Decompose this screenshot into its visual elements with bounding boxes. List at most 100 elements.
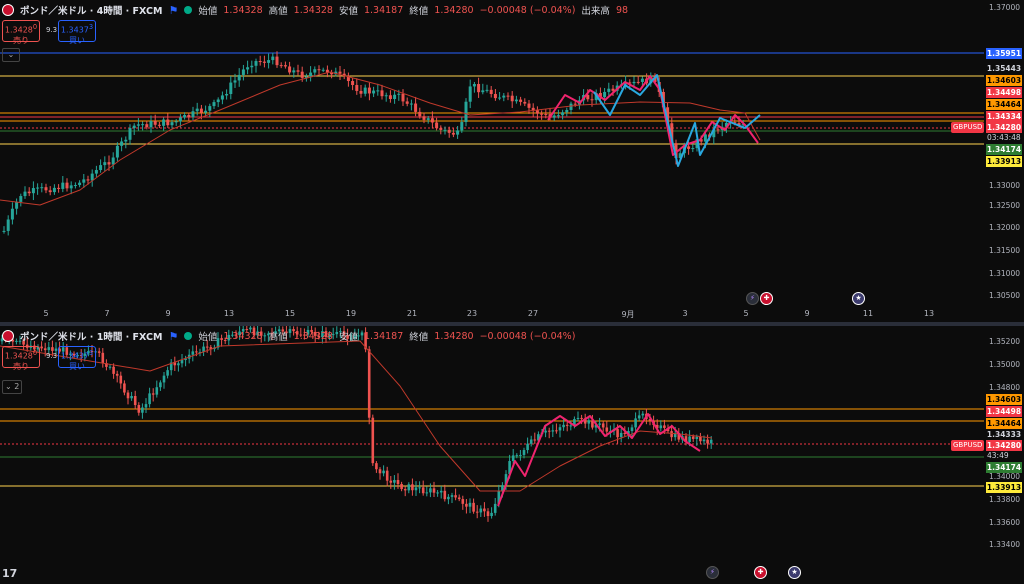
candle bbox=[397, 93, 401, 95]
candle bbox=[271, 56, 275, 61]
candle bbox=[634, 418, 637, 428]
candle bbox=[367, 87, 371, 94]
candle bbox=[555, 430, 558, 432]
candle bbox=[283, 65, 287, 67]
sell-button[interactable]: 1.34280 売り bbox=[2, 20, 40, 45]
candle bbox=[703, 134, 707, 142]
candle bbox=[174, 121, 178, 123]
candle bbox=[159, 382, 162, 388]
candle bbox=[208, 106, 212, 111]
candle bbox=[82, 179, 86, 183]
candle bbox=[195, 351, 198, 353]
candle bbox=[78, 182, 82, 186]
candle bbox=[527, 103, 531, 108]
price-chart-1h[interactable] bbox=[0, 326, 1024, 584]
y-tick: 1.33400 bbox=[988, 540, 1020, 549]
candle bbox=[464, 101, 468, 123]
candle bbox=[199, 108, 203, 113]
candle bbox=[691, 148, 695, 150]
candle bbox=[493, 93, 497, 99]
candle bbox=[573, 103, 577, 105]
chart-pane-1h[interactable]: ポンド／米ドル · 1時間 · FXCM ⚑ 始値 1.34328 高値 1.343… bbox=[0, 326, 1024, 584]
candle bbox=[450, 495, 454, 497]
lightning-event-icon[interactable]: ⚡ bbox=[706, 566, 719, 579]
price-label-yellow: 1.33913 bbox=[986, 482, 1022, 493]
candle bbox=[61, 182, 65, 189]
us-flag-event-icon[interactable]: ★ bbox=[852, 292, 865, 305]
x-tick: 5 bbox=[43, 309, 49, 318]
y-tick: 1.31500 bbox=[988, 246, 1020, 255]
candle bbox=[461, 499, 465, 504]
candle bbox=[465, 503, 468, 507]
y-tick: 1.30500 bbox=[988, 291, 1020, 300]
uk-flag-event-icon[interactable]: ✚ bbox=[760, 292, 773, 305]
candle bbox=[598, 423, 601, 425]
candle bbox=[130, 395, 133, 399]
candle bbox=[19, 196, 23, 202]
y-tick: 1.32000 bbox=[988, 223, 1020, 232]
candle bbox=[103, 162, 107, 166]
uk-flag-event-icon[interactable]: ✚ bbox=[754, 566, 767, 579]
candle bbox=[443, 490, 447, 500]
candle bbox=[523, 101, 527, 104]
candle bbox=[535, 110, 539, 114]
candle bbox=[510, 95, 514, 102]
x-tick: 13 bbox=[923, 309, 935, 318]
buy-button[interactable]: 1.34373 買い bbox=[58, 346, 96, 371]
buy-button[interactable]: 1.34373 買い bbox=[58, 20, 96, 45]
candle bbox=[296, 70, 300, 72]
collapse-indicators-button[interactable]: ⌄ 2 bbox=[2, 380, 23, 394]
trade-buttons: 1.34280 売り 9.3 1.34373 買い bbox=[2, 20, 96, 45]
candle bbox=[468, 86, 472, 102]
sell-label: 売り bbox=[13, 35, 29, 45]
tradingview-logo[interactable]: 17 bbox=[2, 567, 17, 580]
price-label-orange: 1.34603 bbox=[986, 75, 1022, 86]
x-tick: 13 bbox=[223, 309, 235, 318]
candle bbox=[205, 346, 209, 348]
us-flag-event-icon[interactable]: ★ bbox=[788, 566, 801, 579]
flag-icon[interactable]: ⚑ bbox=[168, 330, 178, 343]
high-label: 高値 bbox=[268, 332, 288, 343]
candle bbox=[317, 69, 321, 71]
candle bbox=[380, 90, 384, 97]
candle bbox=[590, 99, 594, 101]
symbol-title[interactable]: ポンド／米ドル · 4時間 · FXCM bbox=[20, 3, 162, 17]
candle bbox=[107, 162, 111, 165]
chart-pane-4h[interactable]: ポンド／米ドル · 4時間 · FXCM ⚑ 始値 1.34328 高値 1.343… bbox=[0, 0, 1024, 322]
price-label-red: 1.34334 bbox=[986, 111, 1022, 122]
candle bbox=[565, 424, 569, 426]
close-value: 1.34280 bbox=[434, 330, 474, 342]
price-label-red: 1.34498 bbox=[986, 87, 1022, 98]
y-tick: 1.35200 bbox=[988, 337, 1020, 346]
candle bbox=[376, 90, 380, 92]
candle bbox=[529, 439, 533, 444]
flag-icon[interactable]: ⚑ bbox=[168, 4, 178, 17]
candle bbox=[475, 511, 479, 513]
candle bbox=[436, 492, 439, 494]
candle bbox=[526, 443, 529, 451]
zigzag-line-pink bbox=[547, 75, 759, 156]
candle bbox=[229, 82, 233, 94]
candle bbox=[447, 496, 450, 500]
candle bbox=[162, 119, 166, 126]
candle bbox=[472, 83, 476, 87]
candle bbox=[547, 430, 551, 432]
candle bbox=[456, 130, 460, 135]
buy-price: 1.3437 bbox=[60, 351, 89, 361]
candle bbox=[241, 69, 245, 75]
symbol-title[interactable]: ポンド／米ドル · 1時間 · FXCM bbox=[20, 329, 162, 343]
sell-button[interactable]: 1.34280 売り bbox=[2, 346, 40, 371]
buy-label: 買い bbox=[69, 35, 85, 45]
change-value: −0.00048 (−0.04%) bbox=[479, 330, 576, 342]
candle bbox=[460, 122, 464, 131]
lightning-event-icon[interactable]: ⚡ bbox=[746, 292, 759, 305]
candle bbox=[663, 425, 666, 428]
candle bbox=[486, 511, 490, 517]
price-chart-4h[interactable] bbox=[0, 0, 1024, 322]
candle bbox=[709, 439, 713, 444]
open-label: 始値 bbox=[198, 332, 218, 343]
collapse-indicators-button[interactable]: ⌄ bbox=[2, 48, 20, 62]
time-axis-4h[interactable]: 5 7 9 13 15 19 21 23 27 9月 3 5 9 11 13 bbox=[0, 306, 980, 322]
candle bbox=[400, 483, 403, 490]
candle bbox=[562, 424, 565, 428]
